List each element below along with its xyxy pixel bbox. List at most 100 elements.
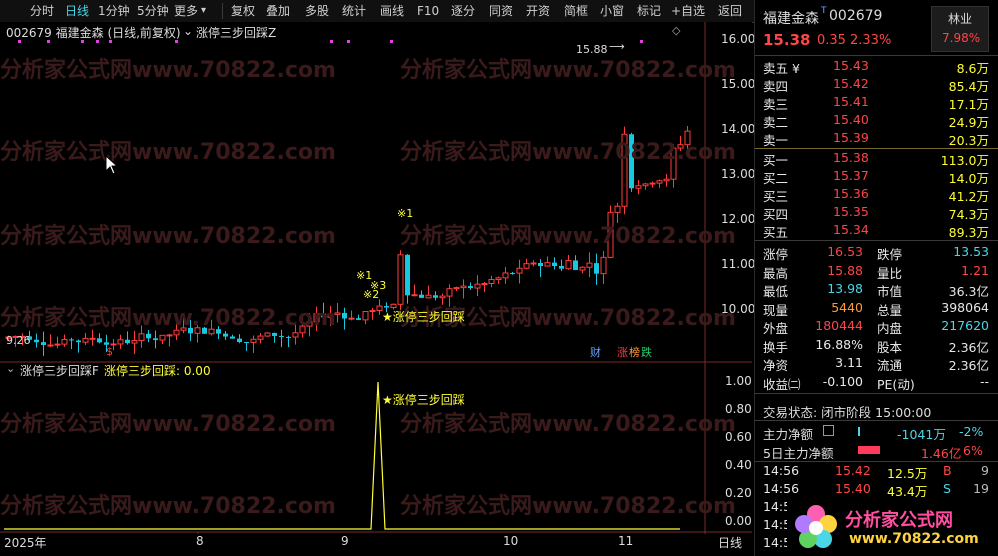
stat-label: 股本	[877, 339, 903, 355]
simple-frame-button[interactable]: 简框	[564, 0, 588, 22]
x-tick: 2025年	[4, 536, 47, 550]
candle-body	[362, 310, 369, 321]
candle-body	[649, 182, 656, 185]
candle-body	[292, 332, 299, 338]
y-tick: 10.00	[721, 302, 756, 316]
draw-button[interactable]: 画线	[380, 0, 404, 22]
limit-down-tag[interactable]: 跌	[641, 344, 652, 360]
candle-body	[600, 256, 607, 275]
y-tick: 1.00	[725, 374, 752, 388]
stat-label: 市值	[877, 284, 903, 299]
stat-label: 最高	[763, 265, 789, 281]
candle-body	[453, 287, 460, 290]
candle-body	[264, 332, 271, 337]
table-icon[interactable]	[823, 425, 834, 436]
add-watchlist-button[interactable]: +自选	[671, 0, 705, 22]
logo-url: www.70822.com	[849, 531, 979, 547]
multi-stock-button[interactable]: 多股	[305, 0, 329, 22]
candle-body	[237, 338, 242, 343]
overlay-button[interactable]: 叠加	[266, 0, 290, 22]
candle-body	[153, 338, 158, 341]
y-tick: 0.40	[725, 458, 752, 472]
y-tick: 13.00	[721, 167, 756, 181]
chart-area[interactable]: 分析家公式网www.70822.com 分析家公式网www.70822.com …	[0, 22, 756, 550]
tab-intraday[interactable]: 分时	[30, 0, 54, 22]
stat-label: 量比	[877, 265, 903, 281]
open-capital-button[interactable]: 开资	[526, 0, 550, 22]
tick-button[interactable]: 逐分	[451, 0, 475, 22]
candle-body	[223, 333, 228, 337]
limit-up-tag[interactable]: 涨	[617, 344, 628, 360]
sub-indicator-title[interactable]: 涨停三步回踩F	[20, 362, 99, 379]
mouse-cursor-icon	[105, 155, 119, 175]
tab-5min[interactable]: 5分钟	[137, 0, 169, 22]
candle-body	[523, 263, 530, 269]
stats-row: 收益㈡ -0.100 PE(动) --	[763, 374, 989, 392]
candle-body	[559, 265, 564, 269]
candle-body	[41, 342, 46, 345]
candle-body	[257, 335, 264, 340]
tab-1min[interactable]: 1分钟	[98, 0, 130, 22]
y-tick: 0.80	[725, 402, 752, 416]
small-window-button[interactable]: 小窗	[600, 0, 624, 22]
back-button[interactable]: 返回	[718, 0, 742, 22]
stats-row: 最高 15.88 量比 1.21	[763, 263, 989, 281]
stats-row: 现量 5440 总量 398064	[763, 300, 989, 318]
watermark: 分析家公式网www.70822.com	[0, 58, 336, 83]
candle-body	[369, 309, 376, 312]
y-tick: 0.00	[725, 514, 752, 528]
rank-tag[interactable]: 榜	[629, 344, 640, 360]
tab-daily[interactable]: 日线	[65, 0, 89, 22]
f10-button[interactable]: F10	[417, 0, 439, 22]
kline-chart[interactable]	[0, 22, 752, 534]
chart-header: 002679 福建金森 (日线,前复权)	[6, 26, 181, 40]
x-tick: 9	[341, 534, 349, 548]
candle-body	[138, 333, 145, 341]
signal-dot	[18, 40, 21, 43]
ask-row: 卖三 15.41 17.1万	[763, 94, 989, 112]
candle-body	[425, 294, 432, 299]
y-tick: 14.00	[721, 122, 756, 136]
ask-row: 卖四 15.42 85.4万	[763, 76, 989, 94]
stat-label: PE(动)	[877, 376, 915, 392]
signal-dot	[347, 40, 350, 43]
candle-body	[82, 337, 89, 343]
stat-label: 总量	[877, 302, 903, 318]
candle-body	[502, 272, 509, 279]
sub-indicator-value: 涨停三步回踩: 0.00	[104, 364, 211, 378]
candle-body	[474, 283, 481, 289]
candle-body	[159, 334, 166, 341]
chevron-down-icon[interactable]: ⌄	[6, 362, 15, 375]
candle-body	[614, 205, 621, 213]
stat-label: 流通	[877, 358, 903, 373]
candle-body	[69, 339, 74, 341]
candle-body	[47, 344, 54, 347]
period-label[interactable]: 日线	[718, 534, 742, 551]
bid-row: 买二 15.37 14.0万	[763, 168, 989, 186]
candle-body	[230, 336, 235, 339]
finance-tag[interactable]: 财	[590, 344, 601, 360]
stats-row: 净资 3.11 流通 2.36亿	[763, 355, 989, 373]
candle-body	[397, 254, 404, 305]
flower-icon	[795, 505, 837, 548]
adjust-button[interactable]: 复权	[231, 0, 255, 22]
signal-dot	[47, 40, 50, 43]
signal-dot	[109, 40, 112, 43]
candle-body	[166, 334, 173, 337]
chevron-down-icon[interactable]: ▾	[201, 0, 206, 22]
candle-body	[544, 262, 551, 267]
five-day-value: 1.46亿	[921, 446, 962, 461]
stats-button[interactable]: 统计	[342, 0, 366, 22]
stat-value: 13.98	[827, 281, 863, 296]
watermark: 分析家公式网www.70822.com	[0, 306, 336, 331]
main-net-bar	[858, 427, 860, 436]
candle-body	[244, 342, 249, 344]
x-tick: 11	[618, 534, 634, 548]
tab-more[interactable]: 更多	[174, 0, 198, 22]
same-capital-button[interactable]: 同资	[489, 0, 513, 22]
diamond-icon[interactable]: ◇	[672, 24, 680, 37]
mark-button[interactable]: 标记	[637, 0, 661, 22]
indicator-name[interactable]: 涨停三步回踩Z	[196, 24, 276, 41]
chevron-down-icon[interactable]: ⌄	[183, 24, 193, 38]
candle-body	[131, 339, 138, 344]
